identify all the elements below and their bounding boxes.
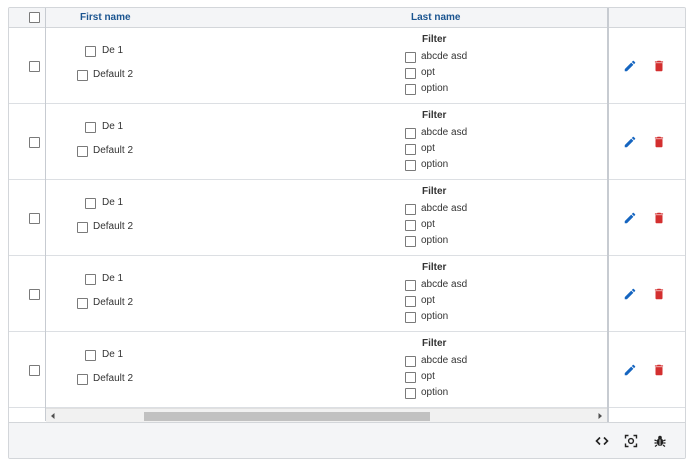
filter-option-label: abcde asd xyxy=(421,203,468,214)
trash-icon[interactable] xyxy=(652,59,666,73)
table-row: De 1 Default 2 Filter abcde asd opt option xyxy=(9,104,685,180)
table-row: De 1 Default 2 Filter abcde asd opt option xyxy=(9,332,685,408)
filter-option-checkbox[interactable] xyxy=(405,388,416,399)
select-column-divider xyxy=(45,8,46,421)
filter-option-checkbox[interactable] xyxy=(405,296,416,307)
first-name-option-checkbox[interactable] xyxy=(85,122,96,133)
first-name-option-checkbox[interactable] xyxy=(85,350,96,361)
filter-option-label: opt xyxy=(421,67,435,78)
filter-option-checkbox[interactable] xyxy=(405,68,416,79)
filter-option-label: option xyxy=(421,159,449,170)
first-name-option-checkbox[interactable] xyxy=(77,298,88,309)
row-select-checkbox[interactable] xyxy=(29,213,40,224)
trash-icon[interactable] xyxy=(652,211,666,225)
grid-header: First name Last name xyxy=(9,8,685,28)
grid-footer xyxy=(9,422,685,458)
filter-option-label: option xyxy=(421,235,449,246)
scroll-right-icon[interactable] xyxy=(595,411,605,421)
row-select-checkbox[interactable] xyxy=(29,289,40,300)
select-all-checkbox[interactable] xyxy=(29,12,40,23)
table-row: De 1 Default 2 Filter abcde asd opt option xyxy=(9,180,685,256)
filter-option-checkbox[interactable] xyxy=(405,204,416,215)
first-name-option-label: Default 2 xyxy=(93,297,134,308)
filter-title: Filter xyxy=(422,186,447,197)
filter-option-checkbox[interactable] xyxy=(405,160,416,171)
first-name-option-checkbox[interactable] xyxy=(77,374,88,385)
filter-option-label: opt xyxy=(421,219,435,230)
filter-option-checkbox[interactable] xyxy=(405,84,416,95)
bug-icon[interactable] xyxy=(653,434,667,448)
first-name-option-checkbox[interactable] xyxy=(77,70,88,81)
column-header-last-name[interactable]: Last name xyxy=(411,8,460,28)
pencil-icon[interactable] xyxy=(623,363,637,377)
first-name-option-label: Default 2 xyxy=(93,221,134,232)
trash-icon[interactable] xyxy=(652,287,666,301)
pencil-icon[interactable] xyxy=(623,287,637,301)
table-row: De 1 Default 2 Filter abcde asd opt option xyxy=(9,28,685,104)
first-name-option-checkbox[interactable] xyxy=(85,274,96,285)
filter-option-checkbox[interactable] xyxy=(405,356,416,367)
trash-icon[interactable] xyxy=(652,135,666,149)
filter-option-checkbox[interactable] xyxy=(405,52,416,63)
filter-title: Filter xyxy=(422,338,447,349)
filter-option-label: opt xyxy=(421,295,435,306)
row-select-checkbox[interactable] xyxy=(29,61,40,72)
trash-icon[interactable] xyxy=(652,363,666,377)
filter-option-label: abcde asd xyxy=(421,51,468,62)
filter-title: Filter xyxy=(422,262,447,273)
first-name-option-checkbox[interactable] xyxy=(85,46,96,57)
first-name-option-label: De 1 xyxy=(102,45,124,56)
filter-option-label: opt xyxy=(421,371,435,382)
code-icon[interactable] xyxy=(595,434,609,448)
filter-option-checkbox[interactable] xyxy=(405,220,416,231)
pencil-icon[interactable] xyxy=(623,59,637,73)
pencil-icon[interactable] xyxy=(623,135,637,149)
first-name-option-checkbox[interactable] xyxy=(77,222,88,233)
filter-option-label: option xyxy=(421,387,449,398)
filter-option-label: abcde asd xyxy=(421,355,468,366)
filter-option-label: opt xyxy=(421,143,435,154)
first-name-option-label: Default 2 xyxy=(93,373,134,384)
filter-option-label: abcde asd xyxy=(421,127,468,138)
filter-title: Filter xyxy=(422,110,447,121)
screenshot-icon[interactable] xyxy=(624,434,638,448)
table-row: De 1 Default 2 Filter abcde asd opt option xyxy=(9,256,685,332)
first-name-option-label: Default 2 xyxy=(93,69,134,80)
first-name-option-label: De 1 xyxy=(102,197,124,208)
first-name-option-checkbox[interactable] xyxy=(85,198,96,209)
pencil-icon[interactable] xyxy=(623,211,637,225)
first-name-option-label: De 1 xyxy=(102,349,124,360)
filter-option-label: abcde asd xyxy=(421,279,468,290)
filter-option-checkbox[interactable] xyxy=(405,144,416,155)
scroll-thumb[interactable] xyxy=(144,412,430,421)
actions-column-divider xyxy=(607,8,609,422)
filter-option-checkbox[interactable] xyxy=(405,236,416,247)
scroll-left-icon[interactable] xyxy=(48,411,58,421)
column-header-first-name[interactable]: First name xyxy=(80,8,131,28)
first-name-option-label: De 1 xyxy=(102,273,124,284)
horizontal-scrollbar[interactable] xyxy=(46,408,607,422)
filter-option-label: option xyxy=(421,311,449,322)
first-name-option-label: De 1 xyxy=(102,121,124,132)
filter-option-checkbox[interactable] xyxy=(405,280,416,291)
data-grid: First name Last name De 1 Default 2 Filter… xyxy=(8,7,686,459)
first-name-option-checkbox[interactable] xyxy=(77,146,88,157)
filter-title: Filter xyxy=(422,34,447,45)
filter-option-label: option xyxy=(421,83,449,94)
row-select-checkbox[interactable] xyxy=(29,137,40,148)
filter-option-checkbox[interactable] xyxy=(405,312,416,323)
first-name-option-label: Default 2 xyxy=(93,145,134,156)
filter-option-checkbox[interactable] xyxy=(405,372,416,383)
row-select-checkbox[interactable] xyxy=(29,365,40,376)
filter-option-checkbox[interactable] xyxy=(405,128,416,139)
